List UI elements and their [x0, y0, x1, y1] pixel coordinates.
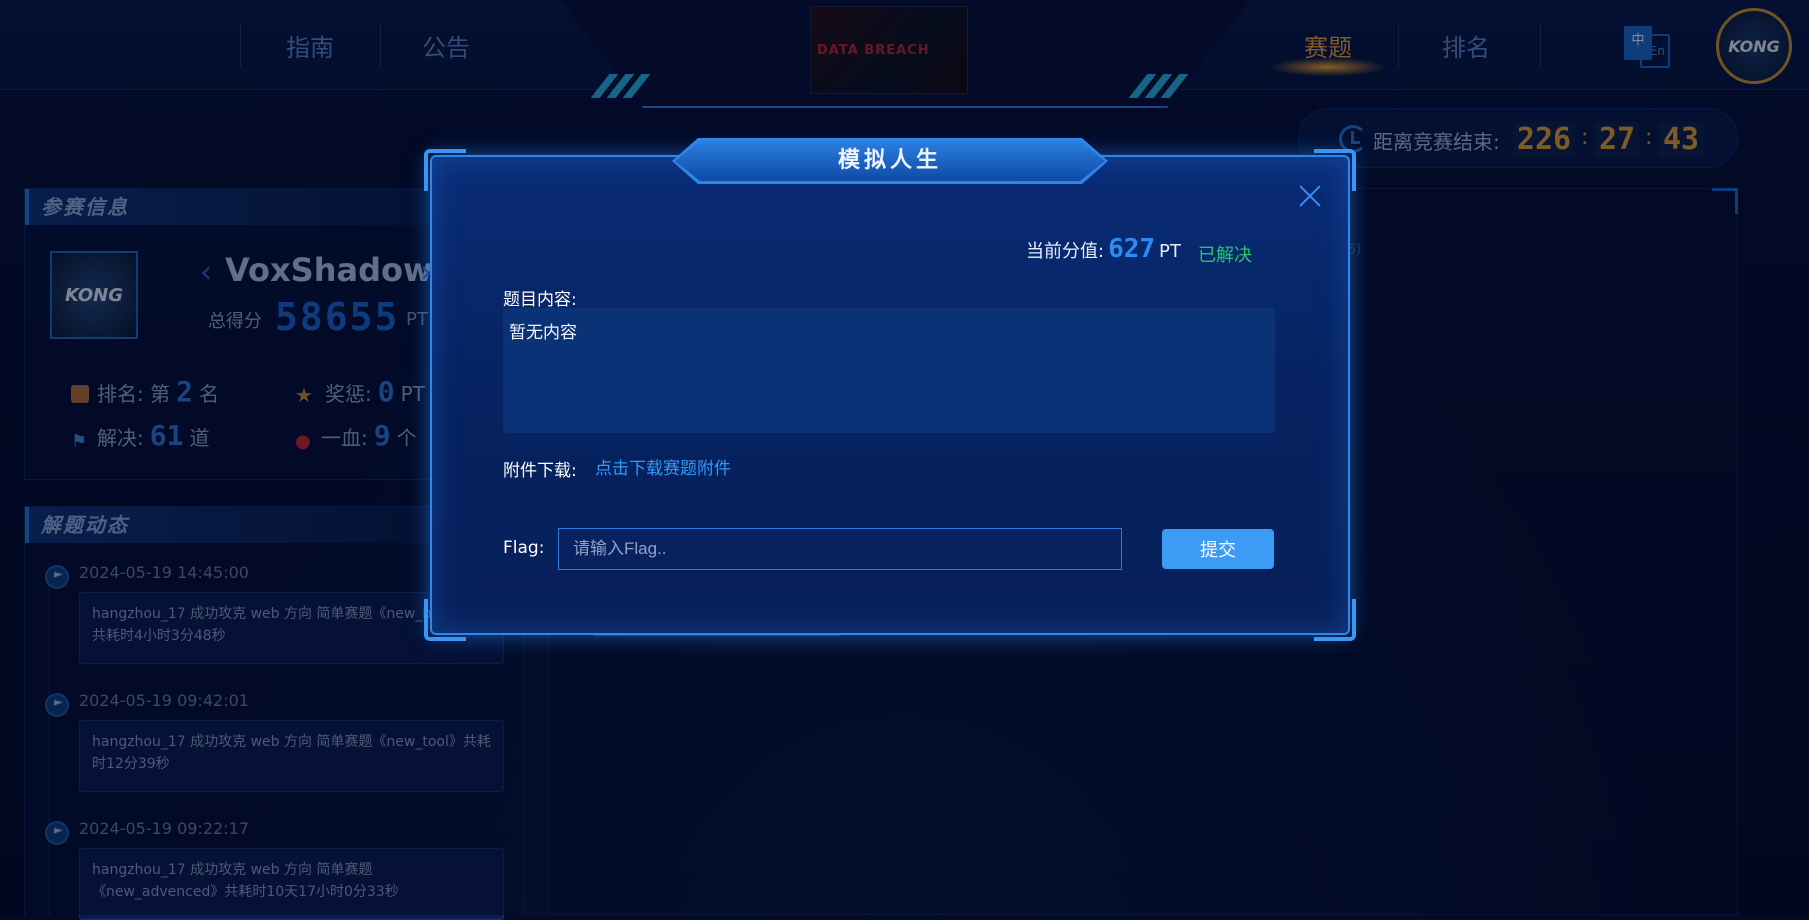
modal-corner	[424, 149, 466, 191]
current-score-value: 627	[1108, 234, 1156, 264]
close-icon[interactable]	[1298, 184, 1322, 208]
flag-input[interactable]	[558, 528, 1122, 570]
modal-title-tab: 模拟人生	[672, 138, 1108, 184]
attachment-label: 附件下载:	[503, 461, 577, 481]
download-attachment-link[interactable]: 点击下载赛题附件	[595, 454, 731, 479]
content-label: 题目内容:	[503, 290, 577, 310]
current-score-label: 当前分值:	[1026, 241, 1105, 262]
solved-status-badge: 已解决	[1198, 245, 1252, 266]
flag-label: Flag:	[503, 538, 545, 558]
modal-corner	[424, 599, 466, 641]
modal-title: 模拟人生	[837, 148, 942, 173]
current-score-unit: PT	[1159, 241, 1181, 262]
submit-button[interactable]: 提交	[1162, 529, 1274, 569]
modal-corner	[1314, 599, 1356, 641]
challenge-content: 暂无内容	[503, 308, 1275, 433]
current-score: 当前分值: 627 PT	[1026, 234, 1181, 264]
